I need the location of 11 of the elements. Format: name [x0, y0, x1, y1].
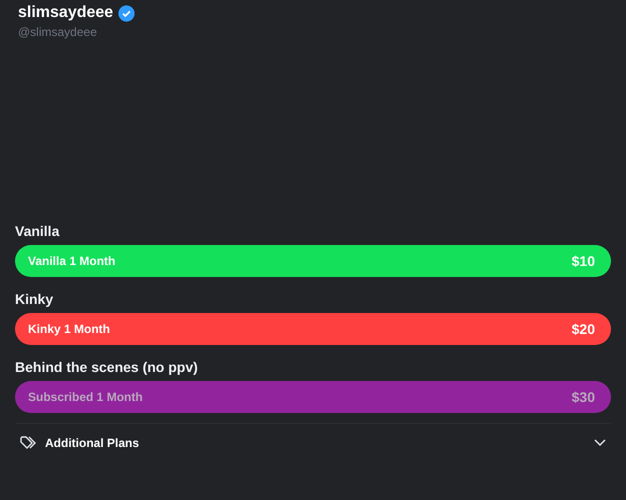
plan-button[interactable]: Kinky 1 Month $20: [15, 313, 611, 345]
plan-button[interactable]: Vanilla 1 Month $10: [15, 245, 611, 277]
plan-button[interactable]: Subscribed 1 Month $30: [15, 381, 611, 413]
plan-heading: Behind the scenes (no ppv): [15, 359, 199, 375]
additional-plans-toggle[interactable]: Additional Plans: [15, 424, 611, 450]
plan-heading: Vanilla: [15, 223, 60, 239]
tags-icon: [20, 436, 36, 450]
chevron-icon: [594, 439, 606, 447]
plan-heading: Kinky: [15, 291, 54, 307]
profile-name: slimsaydeee: [18, 4, 114, 22]
profile-handle: @slimsaydeee: [18, 25, 98, 39]
